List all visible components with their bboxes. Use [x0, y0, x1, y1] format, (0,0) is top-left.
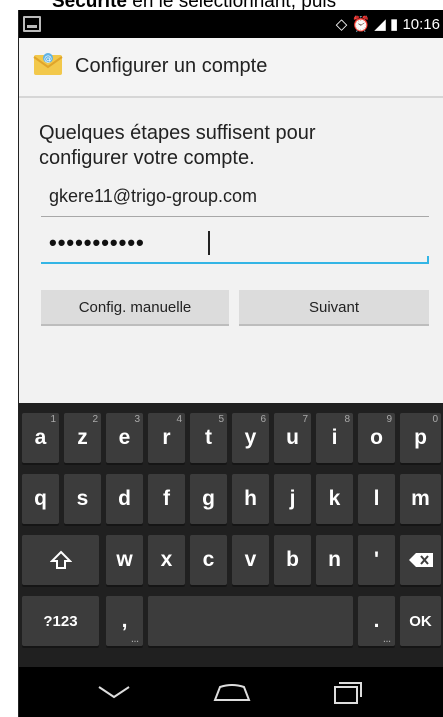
clock: 10:16 — [402, 16, 440, 33]
key-e[interactable]: e3 — [106, 413, 143, 463]
key-c[interactable]: c — [190, 535, 227, 585]
key-r[interactable]: r4 — [148, 413, 185, 463]
space-key[interactable] — [148, 596, 353, 646]
ok-key[interactable]: OK — [400, 596, 441, 646]
key-apostrophe[interactable]: ' — [358, 535, 395, 585]
status-icons: ◇ ⏰ ◢ ▮ 10:16 — [336, 15, 440, 33]
phone-screen: ◇ ⏰ ◢ ▮ 10:16 @ Configurer un compte Que… — [18, 10, 443, 717]
intro-text: Quelques étapes suffisent pour configure… — [39, 121, 429, 171]
key-w[interactable]: w — [106, 535, 143, 585]
keyboard: a1 z2 e3 r4 t5 y6 u7 i8 o9 p0 q s d f g … — [19, 403, 443, 667]
page-title: Configurer un compte — [75, 55, 268, 77]
key-j[interactable]: j — [274, 474, 311, 524]
svg-text:@: @ — [44, 54, 52, 63]
symbols-key[interactable]: ?123 — [22, 596, 99, 646]
password-field[interactable]: ••••••••••• — [41, 220, 429, 264]
password-value: ••••••••••• — [49, 230, 145, 255]
text-cursor — [208, 231, 210, 255]
status-bar: ◇ ⏰ ◢ ▮ 10:16 — [19, 10, 443, 38]
top-caption-bold: Sécurité — [52, 0, 127, 10]
backspace-key[interactable] — [400, 535, 441, 585]
key-k[interactable]: k — [316, 474, 353, 524]
recent-apps-icon[interactable] — [322, 675, 372, 709]
key-x[interactable]: x — [148, 535, 185, 585]
shift-icon — [49, 550, 72, 569]
key-b[interactable]: b — [274, 535, 311, 585]
key-s[interactable]: s — [64, 474, 101, 524]
key-z[interactable]: z2 — [64, 413, 101, 463]
alarm-icon: ⏰ — [351, 16, 371, 33]
intro-line-2: configurer votre compte. — [39, 147, 255, 169]
key-h[interactable]: h — [232, 474, 269, 524]
email-value: gkere11@trigo-group.com — [49, 186, 258, 206]
signal-icon: ◢ — [374, 16, 386, 33]
key-y[interactable]: y6 — [232, 413, 269, 463]
action-bar: @ Configurer un compte — [19, 38, 443, 98]
key-m[interactable]: m — [400, 474, 441, 524]
email-app-icon: @ — [33, 53, 63, 75]
shift-key[interactable] — [22, 535, 99, 585]
key-comma[interactable]: ,… — [106, 596, 143, 646]
key-v[interactable]: v — [232, 535, 269, 585]
back-down-icon[interactable] — [89, 675, 139, 709]
home-icon[interactable] — [207, 675, 257, 709]
key-p[interactable]: p0 — [400, 413, 441, 463]
battery-icon: ▮ — [390, 16, 399, 33]
top-caption: Sécurité en le sélectionnant, puis — [0, 0, 443, 10]
top-caption-rest: en le sélectionnant, puis — [127, 0, 336, 10]
navigation-bar — [19, 667, 443, 717]
key-g[interactable]: g — [190, 474, 227, 524]
key-u[interactable]: u7 — [274, 413, 311, 463]
backspace-icon — [408, 553, 433, 567]
key-d[interactable]: d — [106, 474, 143, 524]
key-l[interactable]: l — [358, 474, 395, 524]
key-n[interactable]: n — [316, 535, 353, 585]
intro-line-1: Quelques étapes suffisent pour — [39, 122, 316, 144]
nfc-icon: ◇ — [335, 16, 348, 33]
key-o[interactable]: o9 — [358, 413, 395, 463]
key-i[interactable]: i8 — [316, 413, 353, 463]
key-period[interactable]: .… — [358, 596, 395, 646]
manual-setup-button[interactable]: Config. manuelle — [41, 290, 229, 326]
key-a[interactable]: a1 — [22, 413, 59, 463]
email-field[interactable]: gkere11@trigo-group.com — [41, 180, 429, 217]
key-q[interactable]: q — [22, 474, 59, 524]
key-f[interactable]: f — [148, 474, 185, 524]
next-button[interactable]: Suivant — [239, 290, 429, 326]
notification-icon — [23, 16, 41, 32]
key-t[interactable]: t5 — [190, 413, 227, 463]
